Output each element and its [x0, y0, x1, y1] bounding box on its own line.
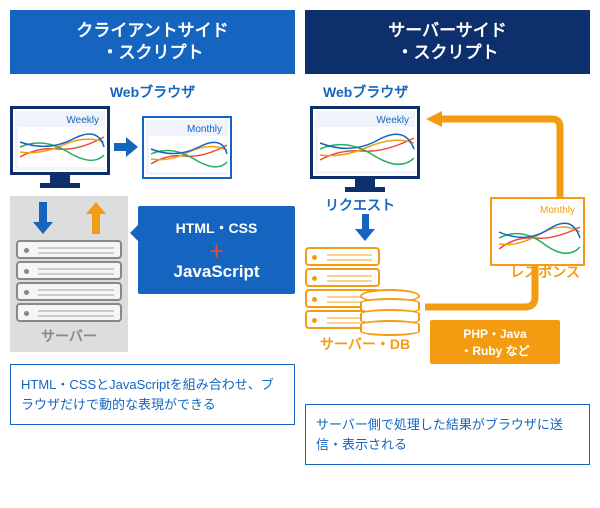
footer-description: HTML・CSSとJavaScriptを組み合わせ、ブラウザだけで動的な表現がで…	[10, 364, 295, 425]
browser-label-right: Webブラウザ	[323, 82, 590, 102]
server-box: サーバー	[10, 196, 128, 352]
chart-title-weekly: Weekly	[18, 114, 102, 127]
arrow-up-icon	[86, 202, 106, 234]
chart-title: Monthly	[497, 204, 578, 217]
client-header: クライアントサイド ・スクリプト	[10, 10, 295, 74]
database-icon	[360, 289, 420, 331]
footer-description: サーバー側で処理した結果がブラウザに送信・表示される	[305, 404, 590, 465]
callout-line1: HTML・CSS	[148, 218, 285, 238]
chart-icon	[149, 136, 229, 172]
callout-arrow-icon	[118, 221, 142, 245]
tech-callout: HTML・CSS ＋ JavaScript	[138, 206, 295, 294]
browser-monitor-weekly: Weekly	[10, 106, 110, 188]
request-arrow-icon	[355, 214, 375, 241]
arrow-down-icon	[33, 202, 53, 234]
server-side-panel: サーバーサイド ・スクリプト Webブラウザ Weekly	[305, 10, 590, 465]
response-chart-monthly: Monthly	[490, 197, 585, 266]
server-header: サーバーサイド ・スクリプト	[305, 10, 590, 74]
chart-icon	[318, 127, 416, 171]
arrow-right-icon	[114, 137, 138, 157]
chart-title-monthly: Monthly	[149, 123, 225, 136]
client-side-panel: クライアントサイド ・スクリプト Webブラウザ Weekly	[10, 10, 295, 465]
browser-monitor-weekly-right: Weekly	[310, 106, 420, 192]
chart-icon	[18, 127, 106, 167]
server-db-label: サーバー・DB	[320, 334, 410, 354]
callout-line2: JavaScript	[148, 262, 285, 282]
chart-icon	[497, 217, 582, 259]
plus-icon: ＋	[148, 238, 285, 262]
server-label: サーバー	[16, 326, 122, 346]
request-label: リクエスト	[325, 195, 395, 215]
lang-callout: PHP・Java ・Ruby など	[430, 320, 560, 364]
browser-monitor-monthly: Monthly	[142, 116, 232, 179]
browser-label-left: Webブラウザ	[10, 82, 295, 102]
server-stack-icon	[16, 240, 122, 322]
chart-title: Weekly	[318, 114, 412, 127]
